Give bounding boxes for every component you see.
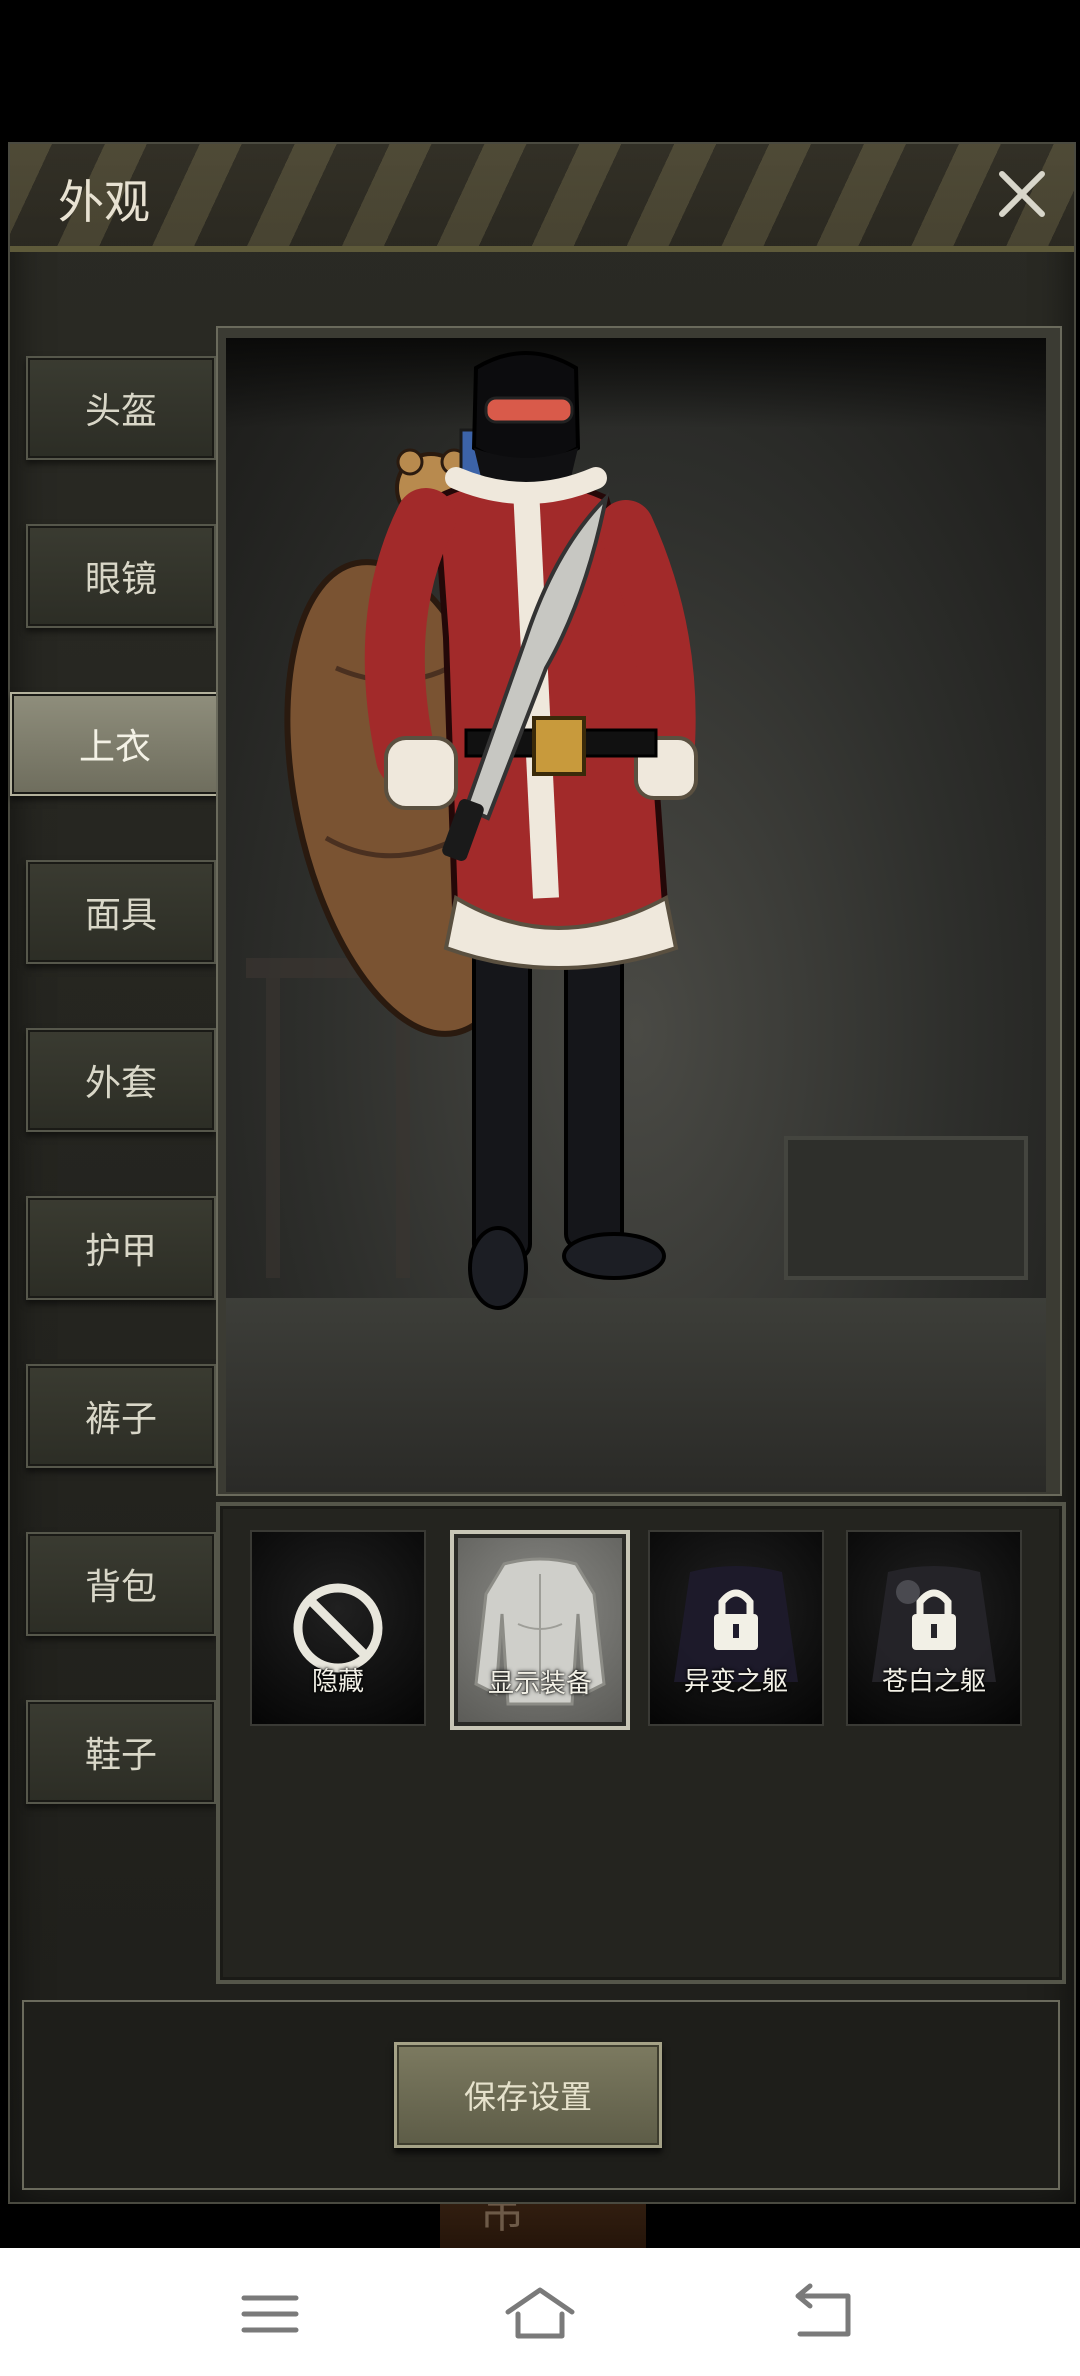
tab-label: 护甲 (84, 1231, 157, 1272)
character-preview (226, 338, 1046, 1492)
back-button[interactable] (784, 2274, 864, 2354)
tab-label: 外套 (84, 1063, 157, 1104)
tab-label: 上衣 (78, 727, 151, 768)
menu-button[interactable] (230, 2274, 310, 2354)
dialog-title: 外观 (58, 175, 150, 229)
tab-label: 眼镜 (84, 559, 157, 600)
menu-icon (241, 2295, 299, 2333)
option-show-equipment[interactable]: 显示装备 (450, 1530, 630, 1730)
tab-shoes[interactable]: 鞋子 (26, 1700, 216, 1804)
back-icon (795, 2283, 851, 2337)
close-icon (999, 171, 1045, 217)
tab-pants[interactable]: 裤子 (26, 1364, 216, 1468)
option-label: 显示装备 (487, 1669, 592, 1699)
app: 吊 〇 外观 头盔 眼镜 上衣 面具 外套 护甲 裤子 背包 鞋子 (0, 0, 1080, 2376)
option-label: 苍白之躯 (881, 1667, 986, 1697)
close-button[interactable] (992, 164, 1052, 224)
home-button[interactable] (500, 2274, 580, 2354)
dialog-header: 外观 (10, 144, 1074, 252)
tab-armor[interactable]: 护甲 (26, 1196, 216, 1300)
tab-label: 面具 (84, 895, 157, 936)
tab-label: 头盔 (84, 391, 157, 432)
home-icon (505, 2287, 575, 2339)
tab-glasses[interactable]: 眼镜 (26, 524, 216, 628)
option-pale-body[interactable]: 苍白之躯 (846, 1530, 1022, 1726)
character-illustration (246, 351, 1028, 1310)
tab-coat[interactable]: 外套 (26, 1028, 216, 1132)
tab-label: 裤子 (84, 1399, 157, 1440)
system-nav-bar (0, 2248, 1080, 2376)
option-mutated-body[interactable]: 异变之躯 (648, 1530, 824, 1726)
option-label: 隐藏 (311, 1667, 364, 1697)
tab-backpack[interactable]: 背包 (26, 1532, 216, 1636)
save-settings-label: 保存设置 (463, 2078, 592, 2116)
tab-mask[interactable]: 面具 (26, 860, 216, 964)
tab-top[interactable]: 上衣 (10, 692, 220, 796)
option-hide[interactable]: 隐藏 (250, 1530, 426, 1726)
tab-helmet[interactable]: 头盔 (26, 356, 216, 460)
tab-label: 背包 (84, 1567, 157, 1608)
tab-label: 鞋子 (84, 1735, 157, 1776)
option-label: 异变之躯 (683, 1667, 788, 1697)
save-settings-button[interactable]: 保存设置 (394, 2042, 662, 2148)
